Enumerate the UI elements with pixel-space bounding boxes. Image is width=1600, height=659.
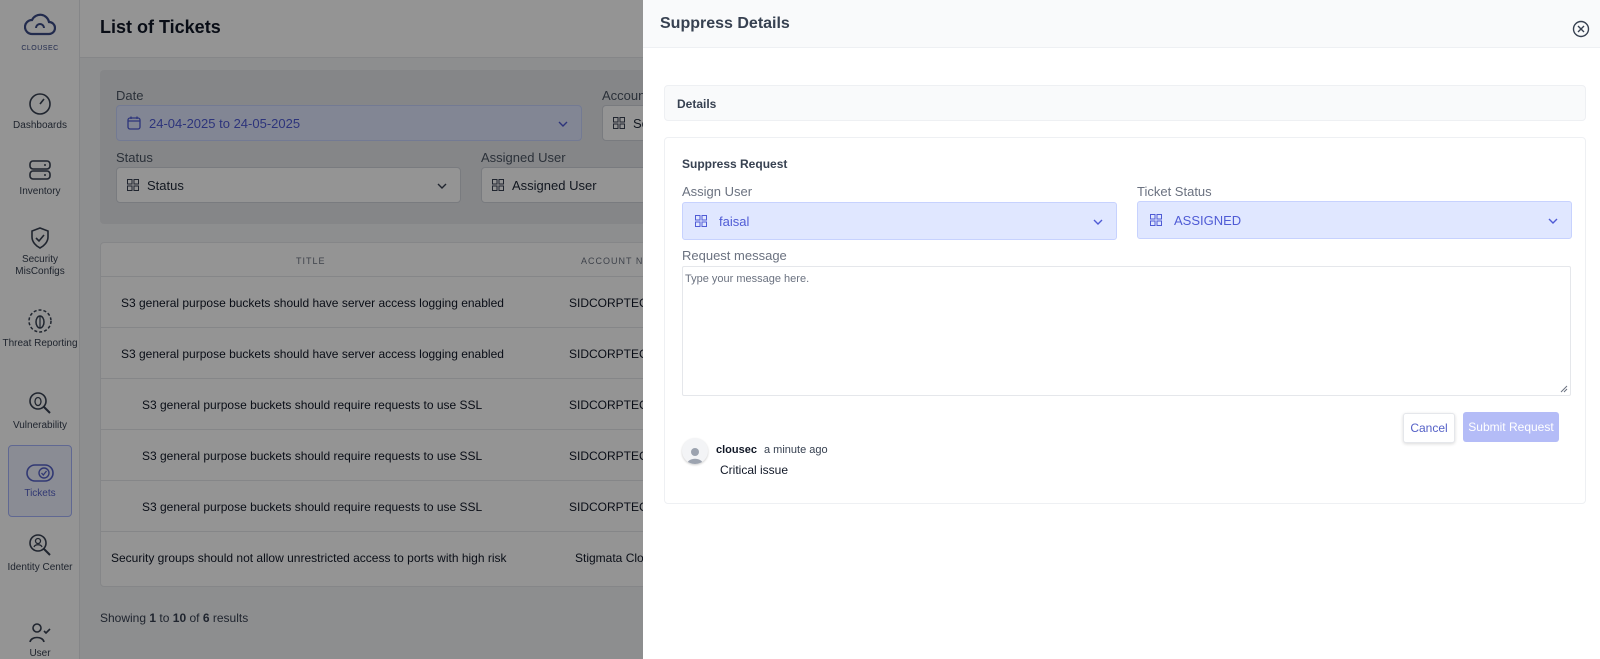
grid-icon xyxy=(695,215,707,227)
comment-text: Critical issue xyxy=(720,463,789,477)
ticket-status-label: Ticket Status xyxy=(1137,184,1212,199)
request-message-placeholder: Type your message here. xyxy=(685,273,810,285)
suppress-details-drawer: Suppress Details Details Suppress Reques… xyxy=(643,0,1600,659)
ticket-status-value: ASSIGNED xyxy=(1174,212,1242,228)
comment-timestamp: a minute ago xyxy=(764,444,828,456)
modal-backdrop[interactable] xyxy=(0,0,643,659)
ticket-status-select[interactable]: ASSIGNED xyxy=(1137,201,1572,239)
details-section-header[interactable]: Details xyxy=(664,85,1586,121)
user-avatar-icon xyxy=(687,448,703,464)
submit-request-button[interactable]: Submit Request xyxy=(1463,412,1559,442)
chevron-down-icon xyxy=(1548,218,1558,224)
suppress-request-card: Suppress Request Assign User faisal Tick… xyxy=(664,137,1586,504)
request-message-label: Request message xyxy=(682,248,787,263)
assign-user-select[interactable]: faisal xyxy=(682,202,1117,240)
avatar xyxy=(682,438,708,464)
details-heading: Details xyxy=(677,97,717,111)
drawer-header: Suppress Details xyxy=(643,0,1600,48)
grid-icon xyxy=(1150,214,1162,226)
drawer-title: Suppress Details xyxy=(660,15,790,32)
close-icon[interactable] xyxy=(1572,20,1590,38)
chevron-down-icon xyxy=(1093,219,1103,225)
resize-handle-icon[interactable] xyxy=(1559,384,1568,393)
assign-user-label: Assign User xyxy=(682,184,753,199)
suppress-request-title: Suppress Request xyxy=(682,157,788,171)
request-message-textarea[interactable]: Type your message here. xyxy=(682,266,1571,396)
assign-user-value: faisal xyxy=(719,213,750,229)
comment-author: clousec xyxy=(716,444,757,456)
cancel-button[interactable]: Cancel xyxy=(1403,413,1455,443)
